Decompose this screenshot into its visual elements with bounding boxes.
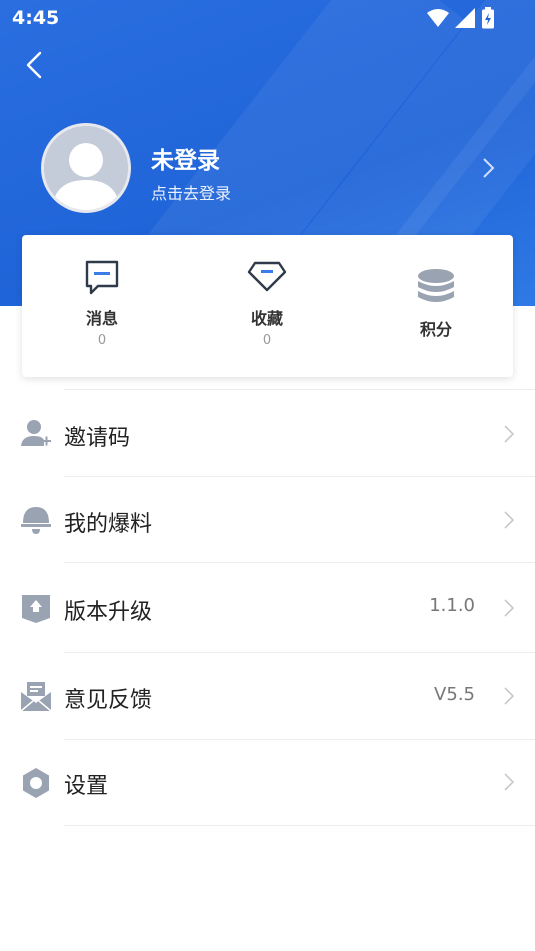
wifi-icon xyxy=(427,9,449,27)
menu-label: 我的爆料 xyxy=(64,512,153,537)
divider xyxy=(64,825,535,826)
mail-icon xyxy=(20,682,52,712)
upgrade-icon xyxy=(22,595,50,623)
diamond-icon xyxy=(247,261,287,292)
status-time: 4:45 xyxy=(12,7,60,29)
message-icon xyxy=(85,260,119,295)
menu-label: 设置 xyxy=(64,774,109,799)
menu-item-settings[interactable]: 设置 xyxy=(0,740,535,826)
user-name[interactable]: 未登录 xyxy=(151,141,220,175)
battery-icon xyxy=(482,7,494,29)
chevron-right-icon xyxy=(504,511,515,529)
chevron-right-icon xyxy=(504,773,515,791)
chevron-right-icon xyxy=(504,599,515,617)
stat-favorites[interactable]: 收藏 0 xyxy=(187,235,347,377)
coins-icon xyxy=(418,269,454,302)
menu-value: 1.1.0 xyxy=(429,595,475,616)
user-add-icon xyxy=(21,420,51,446)
stat-count: 0 xyxy=(97,333,107,348)
signal-icon xyxy=(455,8,475,28)
menu-label: 意见反馈 xyxy=(64,688,153,713)
stat-count: 0 xyxy=(262,333,272,348)
default-avatar-icon xyxy=(44,126,128,210)
chevron-right-icon xyxy=(504,687,515,705)
menu-item-feedback[interactable]: 意见反馈 V5.5 xyxy=(0,653,535,740)
chevron-right-icon[interactable] xyxy=(478,155,498,181)
menu-label: 邀请码 xyxy=(64,426,131,451)
menu-label: 版本升级 xyxy=(64,600,153,625)
menu-value: V5.5 xyxy=(434,684,475,705)
bell-icon xyxy=(21,507,51,534)
stat-label: 积分 xyxy=(419,320,452,339)
settings-icon xyxy=(23,768,49,798)
divider xyxy=(64,389,535,390)
stat-label: 消息 xyxy=(85,309,118,328)
chevron-right-icon xyxy=(504,425,515,443)
menu-item-version-upgrade[interactable]: 版本升级 1.1.0 xyxy=(0,563,535,653)
stat-messages[interactable]: 消息 0 xyxy=(22,235,182,377)
stats-card: 消息 0 收藏 0 积分 xyxy=(22,235,513,377)
avatar[interactable] xyxy=(41,123,131,213)
login-prompt[interactable]: 点击去登录 xyxy=(151,180,231,204)
back-arrow-icon[interactable] xyxy=(18,46,54,82)
menu-item-my-reports[interactable]: 我的爆料 xyxy=(0,477,535,563)
stat-label: 收藏 xyxy=(250,309,283,328)
status-bar: 4:45 xyxy=(0,0,535,36)
menu-item-invite-code[interactable]: 邀请码 xyxy=(0,391,535,477)
stat-points[interactable]: 积分 xyxy=(356,235,516,377)
